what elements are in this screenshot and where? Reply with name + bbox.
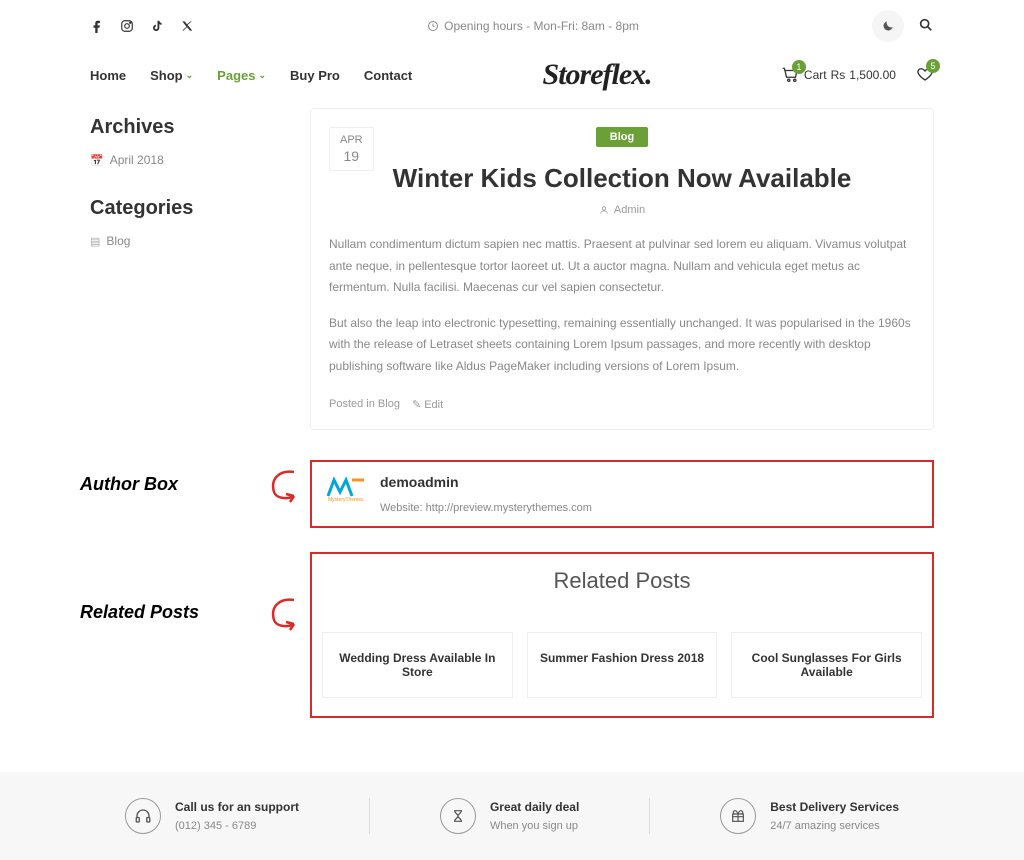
cart-currency: Rs xyxy=(831,68,846,82)
article-title: Winter Kids Collection Now Available xyxy=(329,163,915,194)
article-body: Nullam condimentum dictum sapien nec mat… xyxy=(329,234,915,378)
feature-sub: 24/7 amazing services xyxy=(770,820,879,832)
cart-link[interactable]: 1 Cart Rs 1,500.00 xyxy=(782,66,896,84)
related-post-item[interactable]: Wedding Dress Available In Store xyxy=(322,632,513,698)
dark-mode-toggle[interactable] xyxy=(872,10,904,42)
facebook-icon[interactable] xyxy=(90,19,104,33)
article-author[interactable]: Admin xyxy=(614,204,645,216)
navbar: Home Shop⌄ Pages⌄ Buy Pro Contact Storef… xyxy=(0,50,1024,108)
social-icons xyxy=(90,19,194,33)
topbar: Opening hours - Mon-Fri: 8am - 8pm xyxy=(0,0,1024,50)
archives-heading: Archives xyxy=(90,116,270,139)
nav-label: Shop xyxy=(150,68,183,83)
article-paragraph: Nullam condimentum dictum sapien nec mat… xyxy=(329,234,915,299)
categories-heading: Categories xyxy=(90,197,270,220)
divider xyxy=(649,798,650,834)
feature-title: Call us for an support xyxy=(175,800,299,814)
calendar-icon: 📅 xyxy=(90,154,104,167)
related-post-item[interactable]: Summer Fashion Dress 2018 xyxy=(527,632,718,698)
article-paragraph: But also the leap into electronic typese… xyxy=(329,313,915,378)
list-icon: ▤ xyxy=(90,235,100,248)
article-card: APR 19 Blog Winter Kids Collection Now A… xyxy=(310,108,934,430)
author-name[interactable]: demoadmin xyxy=(380,474,592,490)
nav-menu: Home Shop⌄ Pages⌄ Buy Pro Contact xyxy=(90,68,412,83)
categories-item[interactable]: ▤ Blog xyxy=(90,234,270,248)
svg-text:MysteryThemes: MysteryThemes xyxy=(328,497,364,502)
chevron-down-icon: ⌄ xyxy=(186,70,194,81)
cart-amount: 1,500.00 xyxy=(849,68,896,82)
hourglass-icon xyxy=(440,798,476,834)
search-icon[interactable] xyxy=(918,17,934,36)
nav-label: Contact xyxy=(364,68,412,83)
article-footer: Posted in Blog ✎ Edit xyxy=(329,398,915,411)
edit-label: Edit xyxy=(424,399,443,411)
clock-icon xyxy=(427,20,439,32)
date-day: 19 xyxy=(340,148,363,164)
archives-item-label: April 2018 xyxy=(110,153,164,167)
headphones-icon xyxy=(125,798,161,834)
annotation-author-box: Author Box xyxy=(80,474,178,495)
arrow-icon xyxy=(260,596,304,636)
feature-deal: Great daily deal When you sign up xyxy=(440,798,579,834)
nav-shop[interactable]: Shop⌄ xyxy=(150,68,193,83)
wishlist-count-badge: 5 xyxy=(926,59,940,73)
features-bar: Call us for an support (012) 345 - 6789 … xyxy=(0,772,1024,860)
arrow-icon xyxy=(260,468,304,508)
annotation-related-posts: Related Posts xyxy=(80,602,199,623)
feature-delivery: Best Delivery Services 24/7 amazing serv… xyxy=(720,798,899,834)
divider xyxy=(369,798,370,834)
author-box: MysteryThemes demoadmin Website: http://… xyxy=(310,460,934,528)
author-website-link[interactable]: http://preview.mysterythemes.com xyxy=(426,502,592,514)
archives-item[interactable]: 📅 April 2018 xyxy=(90,153,270,167)
posted-in[interactable]: Posted in Blog xyxy=(329,398,400,411)
nav-pages[interactable]: Pages⌄ xyxy=(217,68,266,83)
edit-link[interactable]: ✎ Edit xyxy=(412,398,443,411)
gift-icon xyxy=(720,798,756,834)
sidebar: Archives 📅 April 2018 Categories ▤ Blog xyxy=(90,108,270,742)
related-post-item[interactable]: Cool Sunglasses For Girls Available xyxy=(731,632,922,698)
website-label: Website: xyxy=(380,502,423,514)
cart-label: Cart xyxy=(804,68,827,82)
nav-home[interactable]: Home xyxy=(90,68,126,83)
nav-buypro[interactable]: Buy Pro xyxy=(290,68,340,83)
nav-label: Buy Pro xyxy=(290,68,340,83)
content: APR 19 Blog Winter Kids Collection Now A… xyxy=(310,108,934,742)
feature-title: Great daily deal xyxy=(490,800,579,814)
author-logo: MysteryThemes xyxy=(326,474,366,502)
categories-item-label: Blog xyxy=(106,234,130,248)
related-posts: Related Posts Wedding Dress Available In… xyxy=(310,552,934,718)
logo[interactable]: Storeflex xyxy=(543,58,652,92)
moon-icon xyxy=(881,19,895,33)
feature-support: Call us for an support (012) 345 - 6789 xyxy=(125,798,299,834)
article-date: APR 19 xyxy=(329,127,374,171)
author-website: Website: http://preview.mysterythemes.co… xyxy=(380,502,592,514)
article-meta: Admin xyxy=(329,204,915,216)
opening-hours: Opening hours - Mon-Fri: 8am - 8pm xyxy=(427,19,639,33)
feature-sub: (012) 345 - 6789 xyxy=(175,820,256,832)
date-month: APR xyxy=(340,134,363,146)
nav-contact[interactable]: Contact xyxy=(364,68,412,83)
opening-hours-text: Opening hours - Mon-Fri: 8am - 8pm xyxy=(444,19,639,33)
instagram-icon[interactable] xyxy=(120,19,134,33)
related-title: Related Posts xyxy=(322,568,922,594)
user-icon xyxy=(599,205,609,215)
tiktok-icon[interactable] xyxy=(150,19,164,33)
nav-label: Pages xyxy=(217,68,255,83)
x-icon[interactable] xyxy=(180,19,194,33)
feature-sub: When you sign up xyxy=(490,820,578,832)
chevron-down-icon: ⌄ xyxy=(258,70,266,81)
cart-count-badge: 1 xyxy=(792,60,806,74)
feature-title: Best Delivery Services xyxy=(770,800,899,814)
nav-label: Home xyxy=(90,68,126,83)
category-badge[interactable]: Blog xyxy=(596,127,648,147)
wishlist-link[interactable]: 5 xyxy=(916,65,934,86)
